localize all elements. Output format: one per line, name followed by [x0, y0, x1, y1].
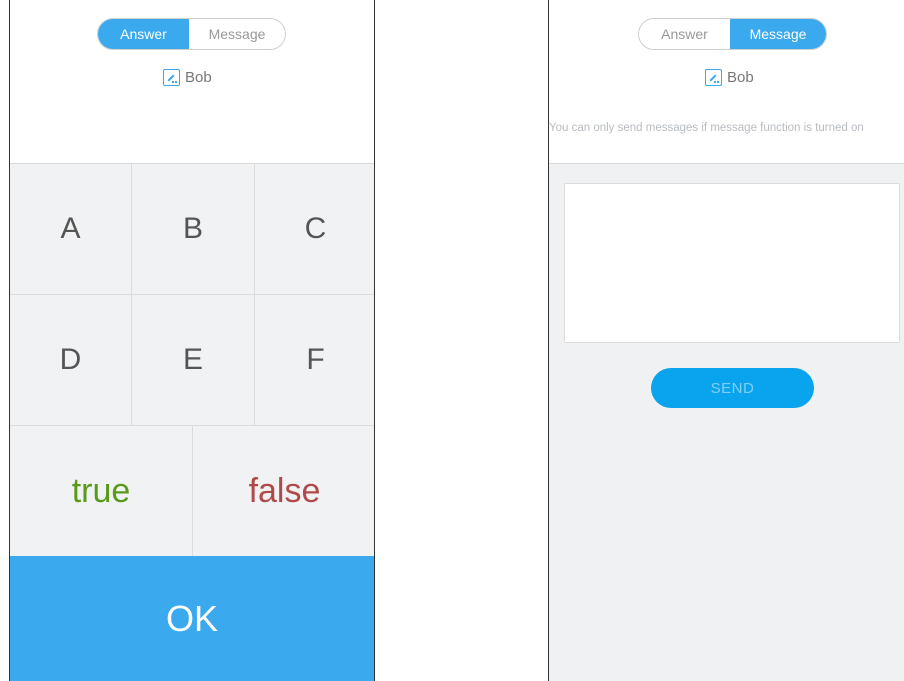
- tab-message[interactable]: Message: [730, 19, 826, 49]
- tab-answer[interactable]: Answer: [639, 19, 730, 49]
- message-header: Answer Message Bob You can only send mes…: [549, 0, 904, 164]
- mode-toggle: Answer Message: [638, 18, 827, 50]
- option-f-button[interactable]: F: [255, 295, 374, 425]
- true-button[interactable]: true: [10, 426, 192, 556]
- user-name-row[interactable]: Bob: [705, 66, 754, 88]
- option-a-button[interactable]: A: [10, 164, 131, 294]
- tab-answer[interactable]: Answer: [98, 19, 189, 49]
- ok-button[interactable]: OK: [10, 556, 374, 681]
- false-button[interactable]: false: [193, 426, 374, 556]
- option-c-button[interactable]: C: [255, 164, 374, 294]
- answer-grid: A B C D E F true false: [10, 164, 374, 556]
- user-name: Bob: [185, 68, 212, 86]
- tab-message[interactable]: Message: [189, 19, 285, 49]
- answer-header: Answer Message Bob: [10, 0, 374, 164]
- option-e-button[interactable]: E: [132, 295, 254, 425]
- edit-icon[interactable]: [163, 68, 180, 86]
- message-screen: Answer Message Bob You can only send mes…: [548, 0, 904, 681]
- message-notice: You can only send messages if message fu…: [549, 122, 864, 134]
- message-input[interactable]: [564, 183, 900, 343]
- mode-toggle: Answer Message: [97, 18, 286, 50]
- user-name: Bob: [727, 68, 754, 86]
- answer-screen: Answer Message Bob A B C D E F true fals…: [9, 0, 375, 681]
- option-d-button[interactable]: D: [10, 295, 131, 425]
- edit-icon[interactable]: [705, 68, 722, 86]
- user-name-row[interactable]: Bob: [163, 66, 212, 88]
- option-b-button[interactable]: B: [132, 164, 254, 294]
- send-button[interactable]: SEND: [651, 368, 814, 408]
